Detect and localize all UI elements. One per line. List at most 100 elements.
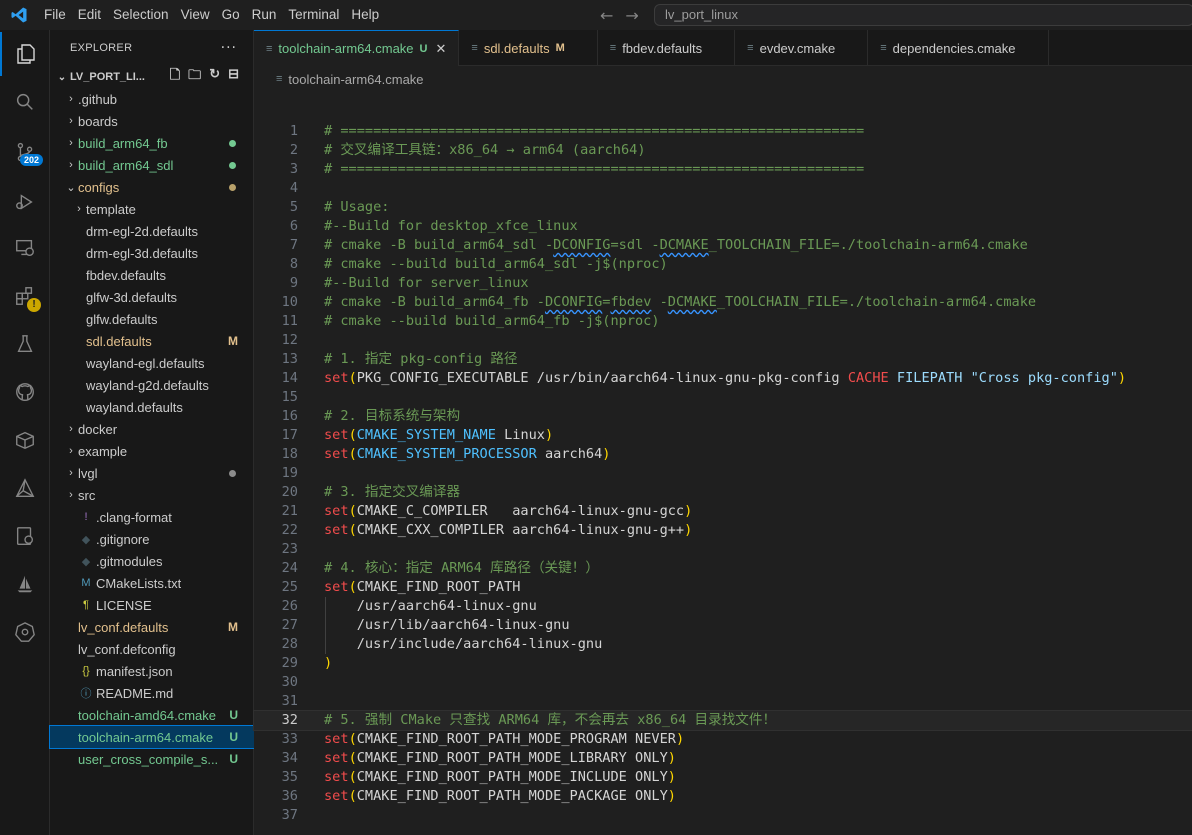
line-number: 31 (281, 693, 298, 709)
folder-item[interactable]: › .github (50, 88, 254, 110)
menu-edit[interactable]: Edit (72, 0, 107, 30)
file-item[interactable]: toolchain-amd64.cmake U (50, 704, 254, 726)
workspace-root-label: LV_PORT_LI... (70, 71, 145, 83)
file-item[interactable]: sdl.defaults M (50, 330, 254, 352)
breadcrumb-file: toolchain-arm64.cmake (288, 71, 424, 87)
new-folder-icon[interactable]: 🗀 (188, 66, 201, 88)
code-line: 21 set(CMAKE_C_COMPILER aarch64-linux-gnu… (254, 502, 1192, 521)
file-item[interactable]: ◆ .gitignore (50, 528, 254, 550)
editor-tab[interactable]: ≡ toolchain-arm64.cmake U ✕ (254, 30, 460, 66)
root-actions: 🗋 🗀 ↻ ⊟ (170, 66, 239, 88)
extensions-icon[interactable]: ! (0, 274, 50, 318)
folder-item[interactable]: › build_arm64_fb (50, 132, 254, 154)
tree-item-label: manifest.json (96, 663, 173, 679)
tab-label: toolchain-arm64.cmake (278, 41, 414, 56)
menu-go[interactable]: Go (216, 0, 246, 30)
tree-item-label: example (78, 443, 128, 459)
breadcrumb[interactable]: ≡ toolchain-arm64.cmake (254, 66, 1192, 92)
cmake-icon[interactable] (0, 466, 50, 510)
folder-item[interactable]: › src (50, 484, 254, 506)
file-item[interactable]: fbdev.defaults (50, 264, 254, 286)
github-icon[interactable] (0, 370, 50, 414)
file-item[interactable]: lv_conf.defaults M (50, 616, 254, 638)
file-item[interactable]: wayland-g2d.defaults (50, 374, 254, 396)
menu-run[interactable]: Run (246, 0, 283, 30)
folder-item[interactable]: › lvgl (50, 462, 254, 484)
line-number: 36 (281, 788, 298, 804)
file-type-icon: M (81, 577, 91, 589)
editor-tab[interactable]: ≡ dependencies.cmake (868, 30, 1049, 66)
file-type-icon: ◆ (81, 533, 91, 546)
remote-explorer-icon[interactable] (0, 226, 50, 270)
workspace-root-folder[interactable]: ⌄ LV_PORT_LI... 🗋 🗀 ↻ ⊟ (50, 66, 253, 88)
file-item[interactable]: M CMakeLists.txt (50, 572, 254, 594)
chevron-right-icon: › (69, 115, 73, 127)
code-line: 3 # =====================================… (254, 160, 1192, 179)
folder-item[interactable]: › example (50, 440, 254, 462)
testing-flask-icon[interactable] (0, 322, 50, 366)
menu-file[interactable]: File (38, 0, 72, 30)
folder-item[interactable]: › boards (50, 110, 254, 132)
settings-sync-icon[interactable] (0, 514, 50, 558)
file-item[interactable]: glfw.defaults (50, 308, 254, 330)
run-debug-icon[interactable] (0, 180, 50, 224)
editor-tabs: ≡ toolchain-arm64.cmake U ✕ ≡ sdl.defaults M ≡ f… (254, 30, 1192, 66)
deploy-sail-icon[interactable] (0, 562, 50, 606)
folder-item[interactable]: › template (50, 198, 254, 220)
file-item[interactable]: ¶ LICENSE (50, 594, 254, 616)
folder-item[interactable]: ⌄ configs (50, 176, 254, 198)
code-line: 7 # cmake -B build_arm64_sdl -DCONFIG=sdl… (254, 236, 1192, 255)
code-editor[interactable]: 1 # =====================================… (253, 122, 1192, 825)
new-file-icon[interactable]: 🗋 (170, 66, 180, 88)
search-icon[interactable] (0, 80, 50, 124)
file-item[interactable]: glfw-3d.defaults (50, 286, 254, 308)
menu-terminal[interactable]: Terminal (282, 0, 345, 30)
git-status-badge: U (229, 752, 238, 766)
chevron-down-icon: ⌄ (66, 181, 76, 194)
menu-view[interactable]: View (175, 0, 216, 30)
explorer-icon[interactable] (0, 32, 50, 76)
file-item[interactable]: wayland-egl.defaults (50, 352, 254, 374)
file-item[interactable]: ⓘ README.md (50, 682, 254, 704)
editor-tab[interactable]: ≡ fbdev.defaults (598, 30, 736, 66)
back-arrow-icon[interactable]: ← (600, 6, 613, 25)
line-text: set(PKG_CONFIG_EXECUTABLE /usr/bin/aarch… (324, 370, 1127, 386)
refresh-icon[interactable]: ↻ (209, 66, 220, 88)
menu-selection[interactable]: Selection (107, 0, 175, 30)
collapse-all-icon[interactable]: ⊟ (228, 66, 239, 88)
tree-item-label: glfw.defaults (86, 311, 158, 327)
tree-item-label: template (86, 201, 136, 217)
file-item[interactable]: toolchain-arm64.cmake U (49, 725, 255, 749)
file-item[interactable]: drm-egl-3d.defaults (50, 242, 254, 264)
forward-arrow-icon[interactable]: → (625, 6, 638, 25)
file-item[interactable]: ◆ .gitmodules (50, 550, 254, 572)
close-icon[interactable]: ✕ (436, 41, 447, 57)
folder-item[interactable]: › build_arm64_sdl (50, 154, 254, 176)
file-item[interactable]: lv_conf.defconfig (50, 638, 254, 660)
file-item[interactable]: {} manifest.json (50, 660, 254, 682)
line-text: set(CMAKE_SYSTEM_NAME Linux) (324, 427, 554, 443)
menu-help[interactable]: Help (345, 0, 385, 30)
source-control-icon[interactable]: 202 (0, 130, 50, 174)
file-item[interactable]: user_cross_compile_s... U (50, 748, 254, 770)
command-center-search[interactable]: lv_port_linux (654, 4, 1192, 26)
containers-icon[interactable] (0, 418, 50, 462)
line-number: 27 (281, 617, 298, 633)
editor-tab[interactable]: ≡ sdl.defaults M (459, 30, 598, 66)
more-actions-icon[interactable]: ··· (221, 40, 237, 56)
git-status-badge: M (228, 334, 238, 348)
tree-item-label: sdl.defaults (86, 333, 152, 349)
file-item[interactable]: wayland.defaults (50, 396, 254, 418)
tree-item-label: wayland-egl.defaults (86, 355, 205, 371)
chevron-right-icon: › (77, 203, 81, 215)
code-line: 37 (254, 806, 1192, 825)
line-number: 30 (281, 674, 298, 690)
editor-tab[interactable]: ≡ evdev.cmake (735, 30, 869, 66)
kubernetes-icon[interactable] (0, 610, 50, 654)
line-text: set(CMAKE_FIND_ROOT_PATH_MODE_INCLUDE ON… (324, 769, 676, 785)
file-item[interactable]: drm-egl-2d.defaults (50, 220, 254, 242)
file-item[interactable]: ! .clang-format (50, 506, 254, 528)
folder-item[interactable]: › docker (50, 418, 254, 440)
code-line: 22 set(CMAKE_CXX_COMPILER aarch64-linux-g… (254, 521, 1192, 540)
chevron-right-icon: › (69, 489, 73, 501)
